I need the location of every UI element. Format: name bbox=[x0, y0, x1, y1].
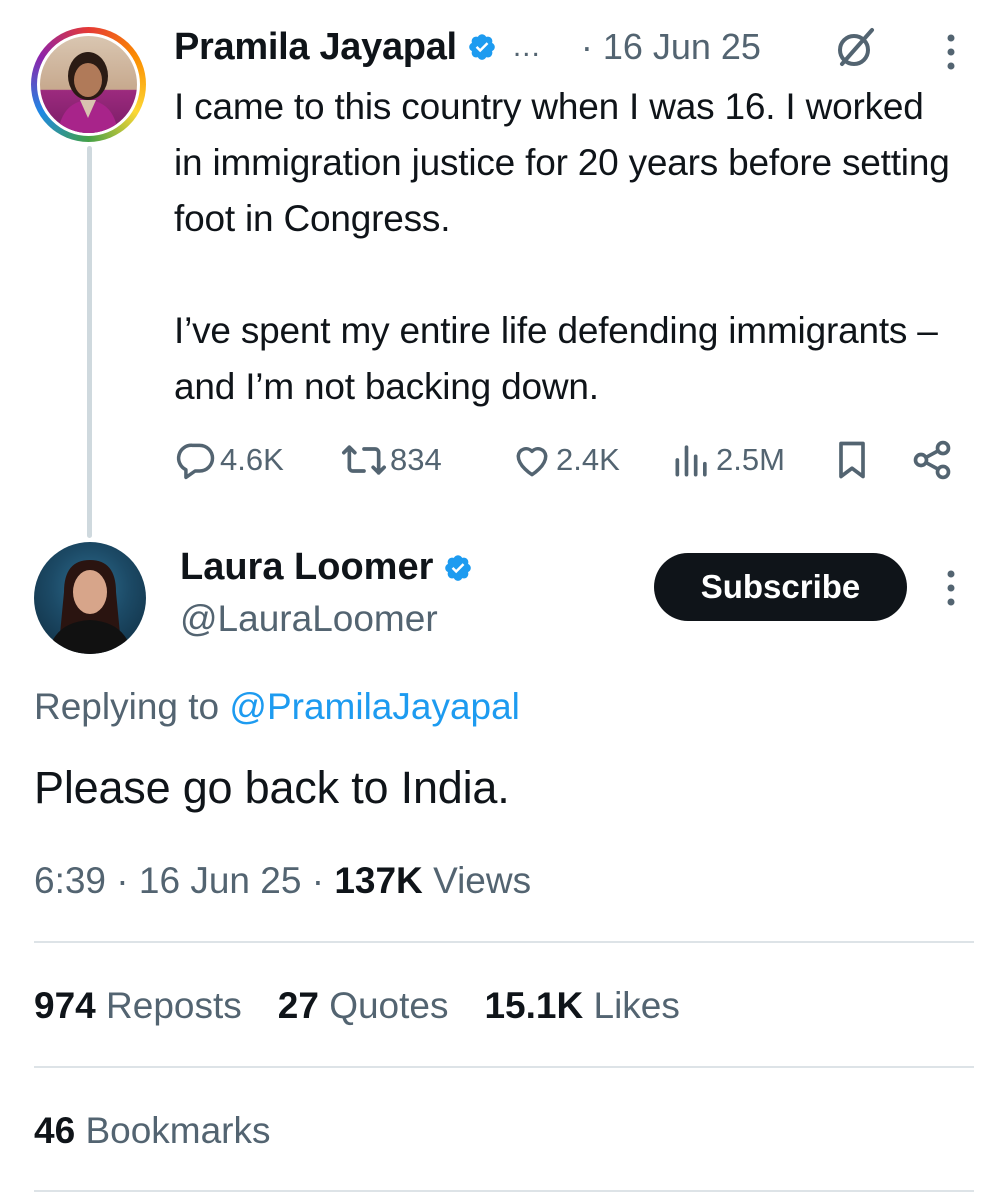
views-button[interactable]: 2.5M bbox=[670, 438, 785, 482]
replying-prefix: Replying to bbox=[34, 686, 220, 727]
reposts-label: Reposts bbox=[106, 985, 242, 1026]
more-icon[interactable] bbox=[940, 32, 962, 72]
reply-author-name-row: Laura Loomer bbox=[180, 546, 473, 589]
avatar-portrait bbox=[48, 560, 132, 654]
repost-button[interactable]: 834 bbox=[340, 438, 442, 482]
reply-tweet-meta: 6:39 · 16 Jun 25 · 137K Views bbox=[34, 860, 531, 902]
views-count: 2.5M bbox=[716, 442, 785, 477]
subscribe-button[interactable]: Subscribe bbox=[654, 553, 907, 621]
share-button[interactable] bbox=[910, 438, 954, 482]
quotes-count: 27 bbox=[277, 985, 319, 1026]
replying-mention-link[interactable]: @PramilaJayapal bbox=[229, 686, 520, 727]
more-icon[interactable] bbox=[940, 568, 962, 608]
views-total: 137K bbox=[334, 860, 423, 901]
tweet-paragraph: I came to this country when I was 16. I … bbox=[174, 86, 950, 239]
parent-tweet-actions: 4.6K 834 2.4K 2.5M bbox=[174, 438, 964, 482]
bookmarks-count: 46 bbox=[34, 1110, 76, 1151]
tweet-date[interactable]: 16 Jun 25 bbox=[139, 860, 302, 901]
parent-author-avatar[interactable] bbox=[31, 27, 146, 142]
bookmark-button[interactable] bbox=[830, 438, 874, 482]
meta-separator: · bbox=[311, 860, 325, 901]
likes-stat[interactable]: 15.1K Likes bbox=[484, 985, 679, 1027]
parent-author-name[interactable]: Pramila Jayapal bbox=[174, 26, 457, 69]
tweet-paragraph: I’ve spent my entire life defending immi… bbox=[174, 310, 938, 407]
replying-to-line: Replying to @PramilaJayapal bbox=[34, 686, 520, 728]
like-button[interactable]: 2.4K bbox=[510, 438, 620, 482]
repost-icon bbox=[342, 445, 386, 475]
reply-count: 4.6K bbox=[220, 442, 284, 477]
reply-icon bbox=[176, 443, 215, 480]
parent-tweet-date[interactable]: · 16 Jun 25 bbox=[581, 26, 761, 68]
verified-badge-icon bbox=[469, 34, 495, 60]
thread-connector-line bbox=[87, 146, 92, 538]
reply-author-name[interactable]: Laura Loomer bbox=[180, 546, 433, 589]
parent-tweet-text: I came to this country when I was 16. I … bbox=[174, 79, 954, 415]
verified-badge-icon bbox=[445, 554, 472, 581]
meta-separator: · bbox=[116, 860, 129, 901]
views-label: Views bbox=[433, 860, 532, 901]
avatar-portrait bbox=[58, 52, 118, 133]
reply-button[interactable]: 4.6K bbox=[174, 438, 284, 482]
likes-label: Likes bbox=[593, 985, 680, 1026]
engagement-stats: 974 Reposts 27 Quotes 15.1K Likes bbox=[34, 985, 716, 1027]
grok-icon[interactable] bbox=[834, 26, 878, 70]
likes-count: 15.1K bbox=[484, 985, 584, 1026]
reply-author-avatar[interactable] bbox=[34, 542, 146, 654]
reply-author-handle[interactable]: @LauraLoomer bbox=[180, 598, 438, 640]
bookmarks-label: Bookmarks bbox=[85, 1110, 271, 1151]
views-icon bbox=[675, 445, 707, 477]
quotes-label: Quotes bbox=[329, 985, 449, 1026]
reposts-stat[interactable]: 974 Reposts bbox=[34, 985, 242, 1027]
share-icon bbox=[913, 440, 951, 480]
divider bbox=[34, 1066, 974, 1068]
like-icon bbox=[516, 447, 548, 477]
reply-tweet-text: Please go back to India. bbox=[34, 762, 510, 813]
reposts-count: 974 bbox=[34, 985, 96, 1026]
bookmarks-stat[interactable]: 46 Bookmarks bbox=[34, 1110, 271, 1152]
parent-tweet-header: Pramila Jayapal ... · 16 Jun 25 bbox=[174, 22, 761, 72]
quotes-stat[interactable]: 27 Quotes bbox=[278, 985, 449, 1027]
bookmark-icon bbox=[839, 441, 865, 479]
name-truncation: ... bbox=[512, 30, 541, 63]
like-count: 2.4K bbox=[556, 442, 620, 477]
divider bbox=[34, 1190, 974, 1192]
tweet-time[interactable]: 6:39 bbox=[34, 860, 106, 901]
divider bbox=[34, 941, 974, 943]
repost-count: 834 bbox=[390, 442, 442, 477]
